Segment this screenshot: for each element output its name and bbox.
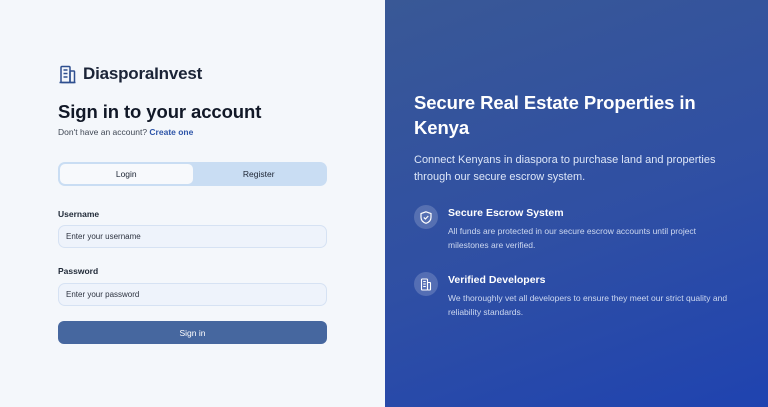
username-label: Username [58, 209, 100, 219]
hero-panel: Secure Real Estate Properties in Kenya C… [385, 0, 768, 407]
auth-tabs: Login Register [58, 162, 327, 186]
tab-register[interactable]: Register [193, 164, 326, 184]
feature-item: Verified Developers We thoroughly vet al… [414, 272, 744, 319]
signup-prompt-text: Don't have an account? [58, 127, 148, 137]
sign-in-button[interactable]: Sign in [58, 321, 327, 344]
page-title: Sign in to your account [58, 101, 262, 122]
login-panel: DiasporaInvest Sign in to your account D… [0, 0, 385, 407]
create-account-link[interactable]: Create one [149, 127, 193, 137]
hero-description: Connect Kenyans in diaspora to purchase … [414, 154, 716, 183]
password-input[interactable] [58, 283, 327, 306]
feature-body: Verified Developers We thoroughly vet al… [448, 272, 738, 319]
hero-title: Secure Real Estate Properties in Kenya [414, 92, 696, 138]
feature-title: Secure Escrow System [448, 207, 564, 219]
brand-name: DiasporaInvest [83, 64, 203, 83]
tab-login[interactable]: Login [60, 164, 193, 184]
feature-text: We thoroughly vet all developers to ensu… [448, 293, 728, 317]
signup-prompt: Don't have an account? Create one [58, 127, 193, 137]
brand[interactable]: DiasporaInvest [58, 64, 202, 84]
shield-check-icon [414, 205, 438, 229]
feature-title: Verified Developers [448, 274, 546, 286]
username-input[interactable] [58, 225, 327, 248]
building-icon [58, 64, 76, 84]
feature-text: All funds are protected in our secure es… [448, 226, 697, 250]
feature-item: Secure Escrow System All funds are prote… [414, 205, 744, 252]
feature-body: Secure Escrow System All funds are prote… [448, 205, 738, 252]
building-icon [414, 272, 438, 296]
password-label: Password [58, 266, 99, 276]
